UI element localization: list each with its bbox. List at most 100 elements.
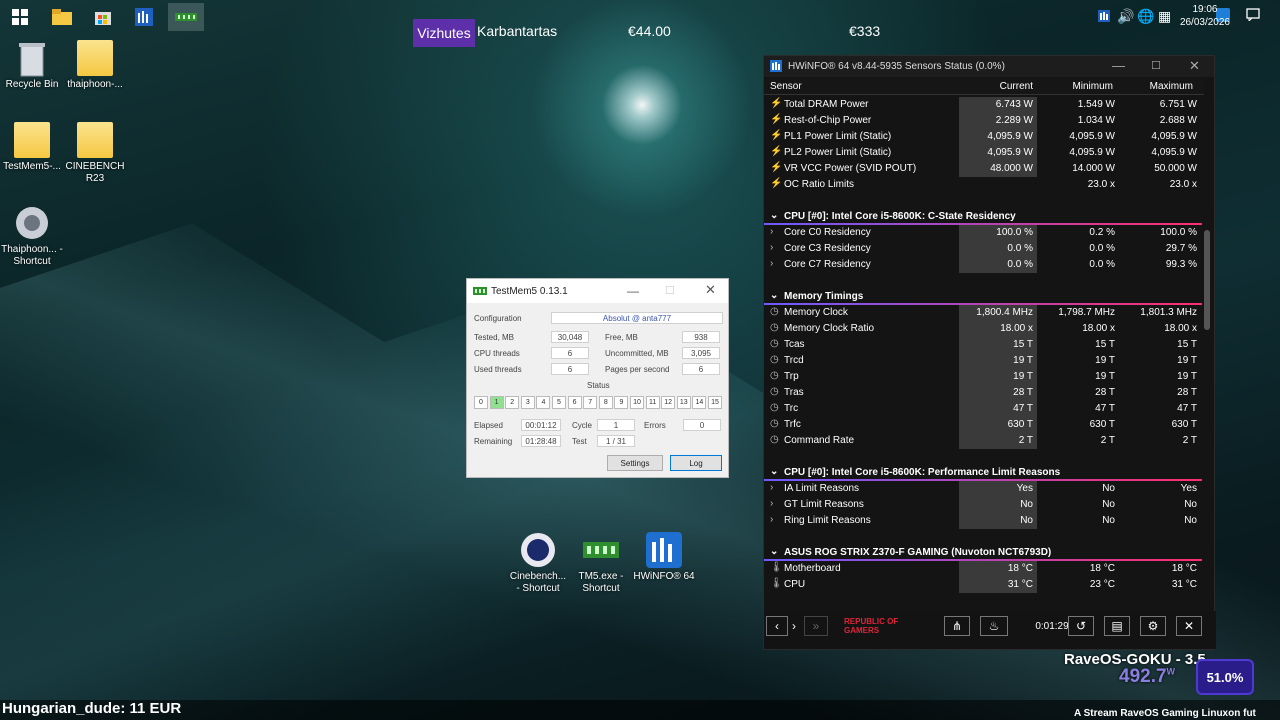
col-sensor[interactable]: Sensor — [764, 79, 959, 94]
desktop-icon-recycle-bin[interactable]: Recycle Bin — [1, 40, 63, 91]
log-file-icon[interactable]: ▤ — [1104, 616, 1130, 636]
sensor-row[interactable]: › Core C0 Residency 100.0 % 0.2 % 100.0 % — [764, 225, 1202, 241]
chevron-down-icon[interactable]: ⌄ — [770, 210, 778, 221]
notification-icon[interactable] — [1246, 8, 1260, 24]
file-explorer-icon[interactable] — [50, 5, 74, 29]
scrollbar[interactable] — [1204, 80, 1212, 620]
sensor-row[interactable]: 🌡 CPU 31 °C 23 °C 31 °C — [764, 577, 1202, 593]
sensor-row[interactable]: ⚡ VR VCC Power (SVID POUT) 48.000 W 14.000 … — [764, 161, 1202, 177]
desktop-icon-label: thaiphoon-... — [67, 79, 123, 90]
hwinfo-taskbar-icon[interactable] — [132, 5, 156, 29]
sensor-current: 19 T — [959, 353, 1037, 369]
maximize-icon[interactable]: ☐ — [1151, 59, 1161, 72]
sensor-group[interactable]: ⌄ CPU [#0]: Intel Core i5-8600K: C-State … — [764, 209, 1202, 225]
chevron-down-icon[interactable]: ⌄ — [770, 290, 778, 301]
desktop-icon-label: Thaiphoon... - Shortcut — [1, 244, 63, 267]
sensor-row[interactable]: › IA Limit Reasons Yes No Yes — [764, 481, 1202, 497]
sensor-row[interactable]: ⚡ OC Ratio Limits 23.0 x 23.0 x — [764, 177, 1202, 193]
network-globe-icon[interactable]: 🌐 — [1137, 8, 1154, 25]
scrollbar-thumb[interactable] — [1204, 230, 1210, 330]
reset-clock-icon[interactable]: ↺ — [1068, 616, 1094, 636]
sensor-name: Trfc — [784, 419, 801, 430]
minimize-icon[interactable]: — — [1112, 58, 1125, 73]
sensor-row[interactable]: ◷ Memory Clock 1,800.4 MHz 1,798.7 MHz 1,801… — [764, 305, 1202, 321]
sensor-current: 15 T — [959, 337, 1037, 353]
settings-gear-icon[interactable]: ⚙ — [1140, 616, 1166, 636]
maximize-icon[interactable]: ☐ — [665, 284, 675, 297]
log-button[interactable]: Log — [670, 455, 722, 471]
col-maximum[interactable]: Maximum — [1119, 79, 1199, 94]
close-icon[interactable]: ✕ — [1189, 58, 1200, 74]
sensor-row[interactable]: ⚡ Total DRAM Power 6.743 W 1.549 W 6.751 W — [764, 97, 1202, 113]
desktop-icon-thaiphoon-folder[interactable]: thaiphoon-... — [64, 40, 126, 91]
sensor-row[interactable]: ◷ Tras 28 T 28 T 28 T — [764, 385, 1202, 401]
testmem-titlebar[interactable]: TestMem5 0.13.1 — [467, 279, 728, 303]
sensor-row[interactable]: ⚡ PL2 Power Limit (Static) 4,095.9 W 4,095.… — [764, 145, 1202, 161]
sensor-group[interactable]: ⌄ Memory Timings — [764, 289, 1202, 305]
sensor-name: Core C3 Residency — [784, 243, 871, 254]
sensor-row[interactable]: 🌡 Motherboard 18 °C 18 °C 18 °C — [764, 561, 1202, 577]
desktop-icon-label: CINEBENCH R23 — [65, 161, 125, 184]
sensor-row[interactable]: › Core C3 Residency 0.0 % 0.0 % 29.7 % — [764, 241, 1202, 257]
testmem-taskbar-icon[interactable] — [168, 3, 204, 31]
chevron-down-icon[interactable]: ⌄ — [770, 546, 778, 557]
gpu-tray-icon[interactable]: ▦ — [1158, 8, 1171, 25]
sensor-row[interactable]: ◷ Memory Clock Ratio 18.00 x 18.00 x 18.00 x — [764, 321, 1202, 337]
desktop-icon-thaiphoon-shortcut[interactable]: Thaiphoon... - Shortcut — [1, 205, 63, 268]
sensor-row[interactable]: ◷ Command Rate 2 T 2 T 2 T — [764, 433, 1202, 449]
sensor-row[interactable]: ⚡ PL1 Power Limit (Static) 4,095.9 W 4,095.… — [764, 129, 1202, 145]
system-clock[interactable]: 19:06 26/03/2026 — [1180, 3, 1230, 29]
sensor-row[interactable]: ◷ Trp 19 T 19 T 19 T — [764, 369, 1202, 385]
sensor-group[interactable]: ⌄ ASUS ROG STRIX Z370-F GAMING (Nuvoton N… — [764, 545, 1202, 561]
store-icon[interactable] — [91, 5, 115, 29]
nav-last-icon[interactable]: » — [804, 616, 828, 636]
close-sensors-icon[interactable]: ✕ — [1176, 616, 1202, 636]
hwinfo-tray-icon[interactable] — [1098, 9, 1110, 25]
desktop-icon-testmem-folder[interactable]: TestMem5-... — [1, 122, 63, 173]
close-icon[interactable]: ✕ — [705, 282, 716, 298]
sensor-current: 28 T — [959, 385, 1037, 401]
testmem-title: TestMem5 0.13.1 — [491, 285, 568, 297]
network-share-icon[interactable]: ⋔ — [944, 616, 970, 636]
sensor-row[interactable]: ⚡ Rest-of-Chip Power 2.289 W 1.034 W 2.688 W — [764, 113, 1202, 129]
sensor-current: 18.00 x — [959, 321, 1037, 337]
sensor-name: VR VCC Power (SVID POUT) — [784, 163, 917, 174]
sensor-maximum: Yes — [1180, 483, 1197, 494]
sensor-row[interactable]: › GT Limit Reasons No No No — [764, 497, 1202, 513]
settings-button[interactable]: Settings — [607, 455, 663, 471]
desktop-icon-cinebench-folder[interactable]: CINEBENCH R23 — [64, 122, 126, 185]
hwinfo-titlebar[interactable]: HWiNFO® 64 v8.44-5935 Sensors Status (0.… — [764, 56, 1214, 77]
minimize-icon[interactable]: — — [627, 284, 639, 298]
flame-icon[interactable]: ♨ — [980, 616, 1008, 636]
volume-icon[interactable]: 🔊 — [1117, 8, 1134, 25]
desktop-icon-tm5-shortcut[interactable]: TM5.exe - Shortcut — [570, 532, 632, 595]
sensor-row[interactable]: › Core C7 Residency 0.0 % 0.0 % 99.3 % — [764, 257, 1202, 273]
desktop-icon-label: TM5.exe - Shortcut — [578, 571, 624, 594]
sensor-maximum: 1,801.3 MHz — [1140, 307, 1197, 318]
config-field[interactable]: Absolut @ anta777 — [551, 312, 723, 324]
folder-icon — [77, 40, 113, 76]
sensor-row[interactable]: ◷ Trcd 19 T 19 T 19 T — [764, 353, 1202, 369]
sensor-row[interactable]: ◷ Trc 47 T 47 T 47 T — [764, 401, 1202, 417]
col-current[interactable]: Current — [959, 79, 1039, 94]
chevron-down-icon[interactable]: ⌄ — [770, 466, 778, 477]
sensor-row[interactable]: ◷ Trfc 630 T 630 T 630 T — [764, 417, 1202, 433]
session-timer: 0:01:29 — [1035, 620, 1069, 632]
sensor-group[interactable]: ⌄ CPU [#0]: Intel Core i5-8600K: Performa… — [764, 465, 1202, 481]
sensor-minimum: No — [1102, 499, 1115, 510]
sensor-minimum: 19 T — [1095, 371, 1115, 382]
nav-left-icon[interactable]: ‹ — [766, 616, 788, 636]
desktop-icon-hwinfo[interactable]: HWiNFO® 64 — [633, 532, 695, 583]
testmem-app-icon — [473, 287, 487, 295]
sensor-row[interactable]: › Ring Limit Reasons No No No — [764, 513, 1202, 529]
utilization-badge: 51.0% — [1196, 659, 1254, 695]
windows-start-icon[interactable] — [8, 5, 32, 29]
sensor-name: Motherboard — [784, 563, 841, 574]
sensor-maximum: 29.7 % — [1165, 243, 1197, 254]
nav-right-icon[interactable]: › — [788, 616, 800, 636]
sensor-row[interactable]: ◷ Tcas 15 T 15 T 15 T — [764, 337, 1202, 353]
col-minimum[interactable]: Minimum — [1039, 79, 1119, 94]
desktop-icon-cinebench-shortcut[interactable]: Cinebench... - Shortcut — [507, 532, 569, 595]
sensor-current: 1,800.4 MHz — [959, 305, 1037, 321]
